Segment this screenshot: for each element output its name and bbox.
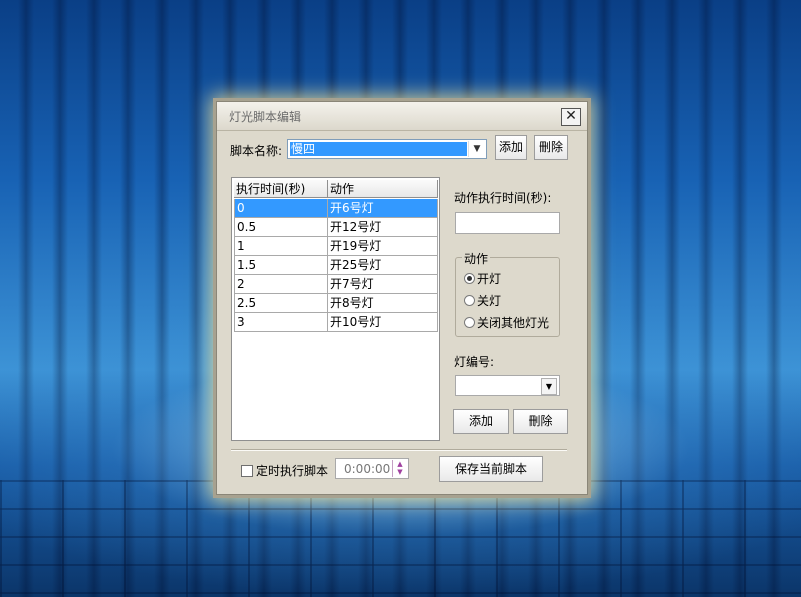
timer-checkbox-label: 定时执行脚本 xyxy=(256,464,329,478)
cell-time: 1.5 xyxy=(234,256,328,275)
column-header-action[interactable]: 动作 xyxy=(328,180,438,198)
cell-action: 开25号灯 xyxy=(328,256,438,275)
background-floor xyxy=(0,480,801,597)
table-row[interactable]: 3 开10号灯 xyxy=(234,313,438,332)
column-header-time[interactable]: 执行时间(秒) xyxy=(234,180,328,198)
table-row[interactable]: 1.5 开25号灯 xyxy=(234,256,438,275)
spinner-arrows-icon[interactable]: ▲ ▼ xyxy=(392,460,407,477)
lamp-number-select[interactable]: ▼ xyxy=(455,375,560,396)
cell-action: 开19号灯 xyxy=(328,237,438,256)
cell-action: 开6号灯 xyxy=(328,199,438,218)
cell-action: 开10号灯 xyxy=(328,313,438,332)
window-title: 灯光脚本编辑 xyxy=(229,110,302,124)
script-name-select[interactable]: 慢四 ▼ xyxy=(287,139,487,159)
add-script-button[interactable]: 添加 xyxy=(495,135,527,160)
radio-circle-icon xyxy=(464,295,475,306)
action-group-title: 动作 xyxy=(462,250,491,267)
cell-time: 0.5 xyxy=(234,218,328,237)
footer-separator xyxy=(231,449,567,451)
cell-time: 2.5 xyxy=(234,294,328,313)
radio-turn-off-others-label: 关闭其他灯光 xyxy=(477,316,550,330)
action-time-input[interactable] xyxy=(455,212,560,234)
close-icon: ✕ xyxy=(565,108,577,124)
cell-action: 开8号灯 xyxy=(328,294,438,313)
cell-time: 0 xyxy=(234,199,328,218)
save-script-button[interactable]: 保存当前脚本 xyxy=(439,456,543,482)
radio-circle-icon xyxy=(464,317,475,328)
radio-turn-off-label: 关灯 xyxy=(477,294,502,308)
cell-action: 开7号灯 xyxy=(328,275,438,294)
script-steps-table[interactable]: 执行时间(秒) 动作 0 开6号灯 0.5 开12号灯 1 开19号灯 1.5 开25号灯 2 开… xyxy=(231,177,440,441)
table-row[interactable]: 2 开7号灯 xyxy=(234,275,438,294)
table-row[interactable]: 0 开6号灯 xyxy=(234,199,438,218)
table-row[interactable]: 2.5 开8号灯 xyxy=(234,294,438,313)
close-button[interactable]: ✕ xyxy=(561,108,581,126)
table-body: 0 开6号灯 0.5 开12号灯 1 开19号灯 1.5 开25号灯 2 开7号灯 2.5 开8号灯 3… xyxy=(234,199,438,332)
chevron-down-icon[interactable]: ▼ xyxy=(468,141,485,157)
checkbox-box-icon xyxy=(241,464,253,477)
radio-turn-off-others[interactable]: 关闭其他灯光 xyxy=(464,314,549,331)
timer-time-input[interactable]: 0:00:00 ▲ ▼ xyxy=(335,458,409,479)
radio-turn-off[interactable]: 关灯 xyxy=(464,292,501,309)
chevron-down-icon[interactable]: ▼ xyxy=(541,378,557,395)
cell-time: 3 xyxy=(234,313,328,332)
light-script-dialog: 灯光脚本编辑 ✕ 脚本名称: 慢四 ▼ 添加 刪除 执行时间(秒) 动作 0 开6… xyxy=(216,101,588,495)
radio-circle-icon xyxy=(464,273,475,284)
table-row[interactable]: 1 开19号灯 xyxy=(234,237,438,256)
table-row[interactable]: 0.5 开12号灯 xyxy=(234,218,438,237)
script-name-value: 慢四 xyxy=(290,142,467,156)
timer-time-value: 0:00:00 xyxy=(344,462,391,476)
radio-turn-on[interactable]: 开灯 xyxy=(464,270,501,287)
table-header: 执行时间(秒) 动作 xyxy=(234,180,438,198)
script-name-label: 脚本名称: xyxy=(230,144,283,158)
cell-action: 开12号灯 xyxy=(328,218,438,237)
action-time-label: 动作执行时间(秒): xyxy=(454,191,552,205)
timer-checkbox[interactable]: 定时执行脚本 xyxy=(241,462,328,479)
cell-time: 1 xyxy=(234,237,328,256)
cell-time: 2 xyxy=(234,275,328,294)
delete-step-button[interactable]: 刪除 xyxy=(513,409,568,434)
title-bar[interactable]: 灯光脚本编辑 ✕ xyxy=(217,102,587,131)
action-groupbox: 动作 开灯 关灯 关闭其他灯光 xyxy=(455,250,560,337)
radio-turn-on-label: 开灯 xyxy=(477,272,502,286)
delete-script-button[interactable]: 刪除 xyxy=(534,135,568,160)
lamp-number-label: 灯编号: xyxy=(454,355,495,369)
add-step-button[interactable]: 添加 xyxy=(453,409,509,434)
